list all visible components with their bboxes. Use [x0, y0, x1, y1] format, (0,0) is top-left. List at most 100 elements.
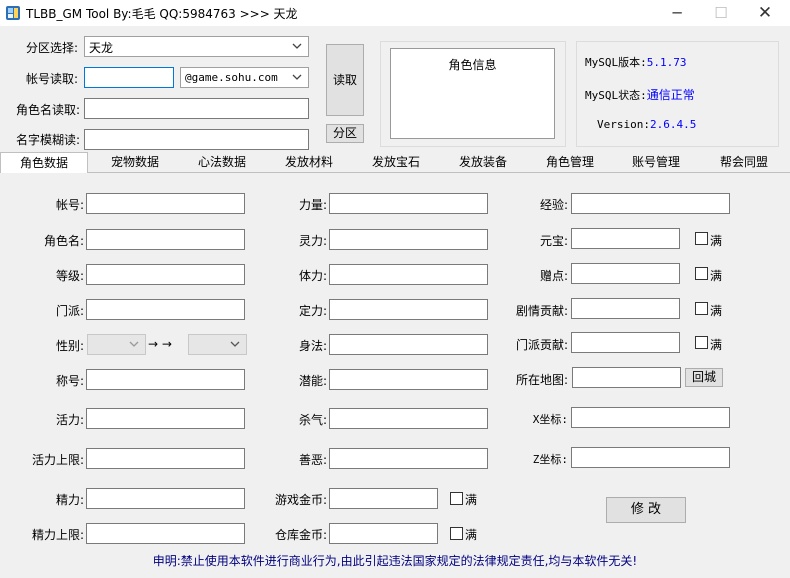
- sect-input[interactable]: [86, 299, 245, 320]
- fuzzy-read-input[interactable]: [84, 129, 309, 150]
- game-gold-full-checkbox[interactable]: [450, 492, 463, 505]
- tab-grant-equipment[interactable]: 发放装备: [439, 152, 527, 173]
- mysql-status-value: 通信正常: [646, 88, 695, 102]
- experience-label: 经验:: [539, 198, 568, 212]
- title-input[interactable]: [86, 369, 245, 390]
- tool-version-label: Version:: [597, 118, 650, 131]
- window-title: TLBB_GM Tool By:毛毛 QQ:5984763 >>> 天龙: [26, 7, 298, 21]
- spirit-label: 灵力:: [298, 234, 327, 248]
- map-label: 所在地图:: [515, 373, 568, 387]
- energy-label: 精力:: [55, 493, 84, 507]
- focus-input[interactable]: [329, 299, 488, 320]
- x-coord-input[interactable]: [571, 407, 730, 428]
- role-name-read-input[interactable]: [84, 98, 309, 119]
- partition-label: 分区选择:: [25, 41, 78, 55]
- role-name-input[interactable]: [86, 229, 245, 250]
- energy-input[interactable]: [86, 488, 245, 509]
- gift-points-full-checkbox[interactable]: [695, 267, 708, 280]
- yuanbao-full-checkbox[interactable]: [695, 232, 708, 245]
- modify-button[interactable]: 修 改: [606, 497, 686, 523]
- yuanbao-label: 元宝:: [539, 234, 568, 248]
- potential-input[interactable]: [329, 369, 488, 390]
- experience-input[interactable]: [571, 193, 730, 214]
- domain-select[interactable]: @game.sohu.com: [180, 67, 309, 88]
- tab-pet-data[interactable]: 宠物数据: [92, 152, 178, 173]
- focus-label: 定力:: [298, 304, 327, 318]
- chevron-down-icon: [129, 341, 139, 347]
- tab-grant-materials[interactable]: 发放材料: [265, 152, 353, 173]
- z-coord-input[interactable]: [571, 447, 730, 468]
- story-contrib-label: 剧情贡献:: [515, 304, 568, 318]
- story-contrib-input[interactable]: [571, 298, 680, 319]
- role-name-read-label: 角色名读取:: [15, 103, 80, 117]
- title-label: 称号:: [55, 374, 84, 388]
- close-button[interactable]: ✕: [742, 0, 788, 26]
- yuanbao-full-label: 满: [710, 234, 723, 248]
- partition-select[interactable]: 天龙: [84, 36, 309, 57]
- strength-input[interactable]: [329, 193, 488, 214]
- account-read-input[interactable]: [84, 67, 174, 88]
- bank-gold-full-checkbox[interactable]: [450, 527, 463, 540]
- energy-max-input[interactable]: [86, 523, 245, 544]
- vitality-max-input[interactable]: [86, 448, 245, 469]
- tab-guild-alliance[interactable]: 帮会同盟: [700, 152, 788, 173]
- gift-points-full-label: 满: [710, 269, 723, 283]
- sect-contrib-input[interactable]: [571, 332, 680, 353]
- good-evil-label: 善恶:: [298, 453, 327, 467]
- gender-from-select[interactable]: [87, 334, 146, 355]
- yuanbao-input[interactable]: [571, 228, 680, 249]
- tab-grant-gems[interactable]: 发放宝石: [352, 152, 440, 173]
- maximize-button[interactable]: ☐: [698, 0, 744, 26]
- sect-contrib-label: 门派贡献:: [515, 338, 568, 352]
- return-city-button[interactable]: 回城: [685, 368, 723, 387]
- mysql-status-row: MySQL状态:通信正常: [585, 86, 695, 103]
- agility-input[interactable]: [329, 334, 488, 355]
- kill-aura-label: 杀气:: [298, 413, 327, 427]
- game-gold-full-label: 满: [465, 493, 478, 507]
- bank-gold-input[interactable]: [329, 523, 438, 544]
- spirit-input[interactable]: [329, 229, 488, 250]
- vitality-max-label: 活力上限:: [31, 453, 84, 467]
- game-gold-input[interactable]: [329, 488, 438, 509]
- mysql-version-row: MySQL版本:5.1.73: [585, 54, 687, 70]
- potential-label: 潜能:: [298, 374, 327, 388]
- fuzzy-read-label: 名字模糊读:: [15, 133, 80, 147]
- domain-value: @game.sohu.com: [185, 71, 278, 84]
- tab-role-data[interactable]: 角色数据: [0, 152, 88, 173]
- constitution-input[interactable]: [329, 264, 488, 285]
- z-coord-label: Z坐标:: [532, 453, 568, 466]
- partition-button[interactable]: 分区: [326, 124, 364, 143]
- story-contrib-full-checkbox[interactable]: [695, 302, 708, 315]
- tab-role-management[interactable]: 角色管理: [526, 152, 614, 173]
- minimize-button[interactable]: ─: [654, 0, 700, 26]
- bank-gold-label: 仓库金币:: [274, 528, 327, 542]
- level-label: 等级:: [55, 269, 84, 283]
- level-input[interactable]: [86, 264, 245, 285]
- role-info-header: 角色信息: [448, 58, 497, 72]
- tab-account-management[interactable]: 账号管理: [612, 152, 700, 173]
- agility-label: 身法:: [298, 339, 327, 353]
- story-contrib-full-label: 满: [710, 304, 723, 318]
- chevron-down-icon: [292, 74, 302, 80]
- gift-points-input[interactable]: [571, 263, 680, 284]
- disclaimer-text: 申明:禁止使用本软件进行商业行为,由此引起违法国家规定的法律规定责任,均与本软件…: [152, 554, 638, 568]
- game-gold-label: 游戏金币:: [274, 493, 327, 507]
- vitality-input[interactable]: [86, 408, 245, 429]
- account-input[interactable]: [86, 193, 245, 214]
- kill-aura-input[interactable]: [329, 408, 488, 429]
- map-input[interactable]: [572, 367, 681, 388]
- good-evil-input[interactable]: [329, 448, 488, 469]
- mysql-status-label: MySQL状态:: [585, 89, 647, 102]
- gender-arrow: → →: [148, 337, 172, 351]
- role-name-label: 角色名:: [43, 234, 84, 248]
- tool-version-row: Version:2.6.4.5: [597, 118, 696, 131]
- gender-to-select[interactable]: [188, 334, 247, 355]
- chevron-down-icon: [230, 341, 240, 347]
- role-info-list[interactable]: 角色信息: [390, 48, 555, 139]
- tab-xinfa-data[interactable]: 心法数据: [178, 152, 266, 173]
- app-icon: [6, 6, 20, 20]
- sect-contrib-full-checkbox[interactable]: [695, 336, 708, 349]
- bank-gold-full-label: 满: [465, 528, 478, 542]
- gift-points-label: 赠点:: [539, 269, 568, 283]
- read-button[interactable]: 读取: [326, 44, 364, 116]
